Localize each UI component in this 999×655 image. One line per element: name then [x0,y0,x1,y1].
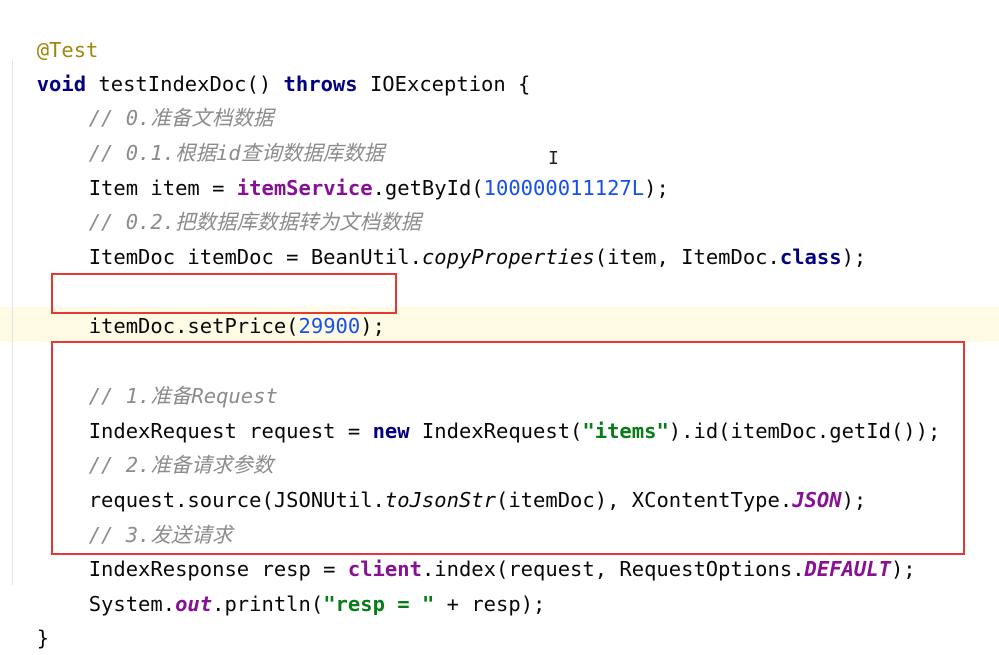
code-line-item[interactable]: Item item = itemService.getById(10000001… [64,136,999,200]
code-line-println[interactable]: System.out.println("resp = " + resp); [64,552,999,616]
code-text: ); [360,313,385,338]
code-text: ); [841,244,867,269]
keyword-class: class [779,244,842,269]
closing-brace: } [36,625,50,650]
closing-brace-line[interactable]: } [12,586,999,650]
highlight-box-set-price [51,273,397,314]
code-text: (item, ItemDoc. [594,244,780,269]
static-method: copyProperties [421,244,595,269]
text-cursor-icon: I [548,148,559,169]
code-line-itemdoc[interactable]: ItemDoc itemDoc = BeanUtil.copyPropertie… [64,205,999,269]
indent-guide [12,60,13,585]
highlight-box-request-block [51,341,965,555]
code-text: ItemDoc itemDoc = BeanUtil. [88,244,422,269]
annotation-line[interactable]: @Test [12,0,999,62]
comment-line-0[interactable]: // 0.准备文档数据 [64,66,999,130]
method-signature-line[interactable]: void testIndexDoc() throws IOException { [12,32,999,96]
comment-line-0-2[interactable]: // 0.2.把数据库数据转为文档数据 [64,170,999,234]
number-literal: 29900 [298,313,361,338]
comment-line-0-1[interactable]: // 0.1.根据id查询数据库数据 [64,101,999,165]
code-text: itemDoc.setPrice( [88,313,299,338]
